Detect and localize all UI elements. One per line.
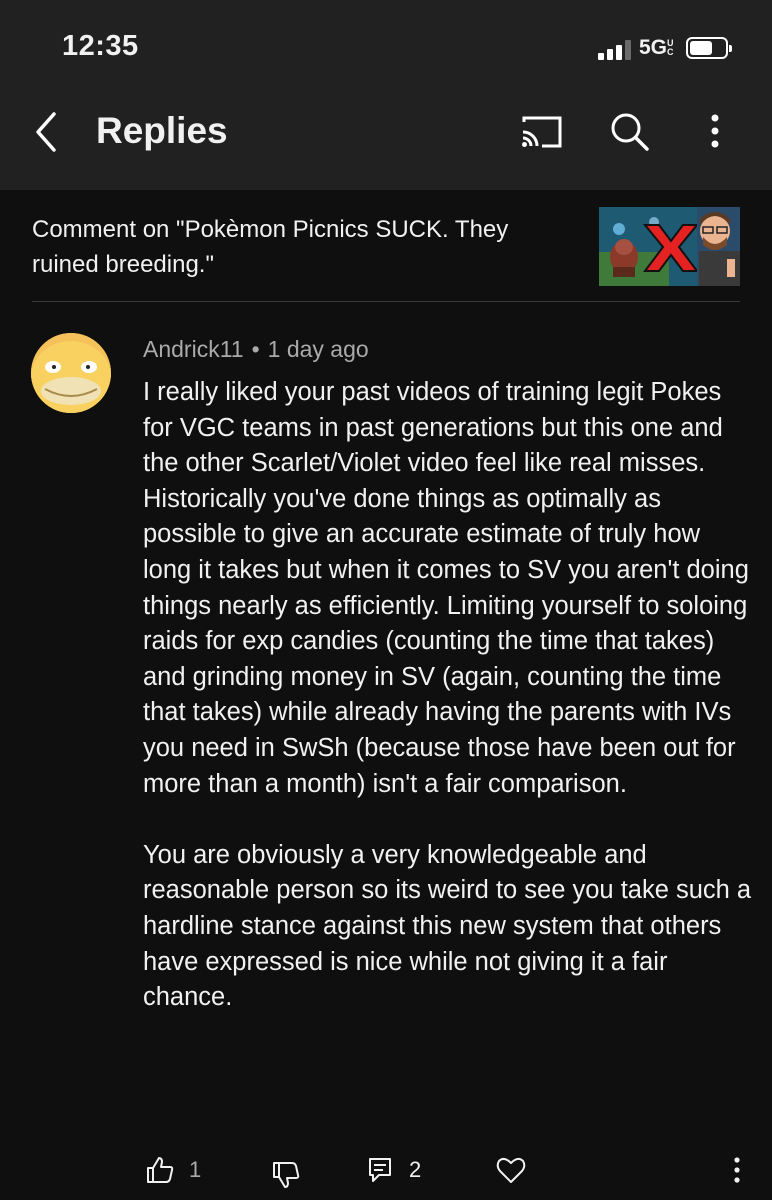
back-arrow-icon [36, 112, 56, 152]
avatar[interactable] [31, 333, 111, 413]
comment-context-title[interactable]: Comment on "Pokèmon Picnics SUCK. They r… [32, 212, 572, 282]
thumbs-up-icon [147, 1157, 174, 1183]
reply-count: 2 [409, 1157, 422, 1182]
video-thumbnail[interactable] [599, 207, 740, 286]
reply-button[interactable]: 2 [367, 1152, 421, 1188]
cast-button[interactable] [520, 114, 564, 150]
divider [32, 301, 740, 302]
thumbnail-image [599, 207, 740, 286]
dislike-button[interactable] [271, 1152, 301, 1188]
like-button[interactable]: 1 [145, 1152, 201, 1188]
comment-meta: Andrick11 • 1 day ago [143, 336, 369, 363]
heart-button[interactable] [496, 1152, 526, 1188]
signal-icon [598, 40, 632, 60]
cast-icon [522, 116, 562, 148]
network-label: 5G [639, 36, 668, 59]
like-count: 1 [189, 1157, 202, 1182]
comment-timestamp: 1 day ago [267, 336, 369, 362]
more-vertical-icon [711, 114, 719, 148]
comment-author[interactable]: Andrick11 [143, 336, 244, 362]
more-vertical-icon [734, 1157, 740, 1183]
battery-icon [686, 37, 732, 59]
back-button[interactable] [28, 108, 68, 156]
heart-icon [496, 1157, 526, 1183]
psyduck-avatar-image [31, 333, 111, 413]
reply-comment-icon [369, 1158, 391, 1182]
search-icon [611, 113, 649, 151]
search-button[interactable] [608, 110, 652, 154]
network-suffix: UC [667, 38, 674, 57]
page-title: Replies [96, 110, 228, 151]
comment-body: I really liked your past videos of train… [143, 375, 753, 1016]
comment-more-button[interactable] [728, 1152, 746, 1188]
top-bar: 12:35 5GUC Replies [0, 0, 772, 190]
comment-paragraph: I really liked your past videos of train… [143, 378, 749, 798]
thumbs-down-icon [273, 1162, 300, 1188]
comment-paragraph: You are obviously a very knowledgeable a… [143, 840, 752, 1012]
meta-separator: • [251, 336, 260, 362]
network-indicator: 5GUC [639, 36, 676, 60]
status-time: 12:35 [62, 30, 139, 62]
more-options-button[interactable] [700, 112, 730, 152]
